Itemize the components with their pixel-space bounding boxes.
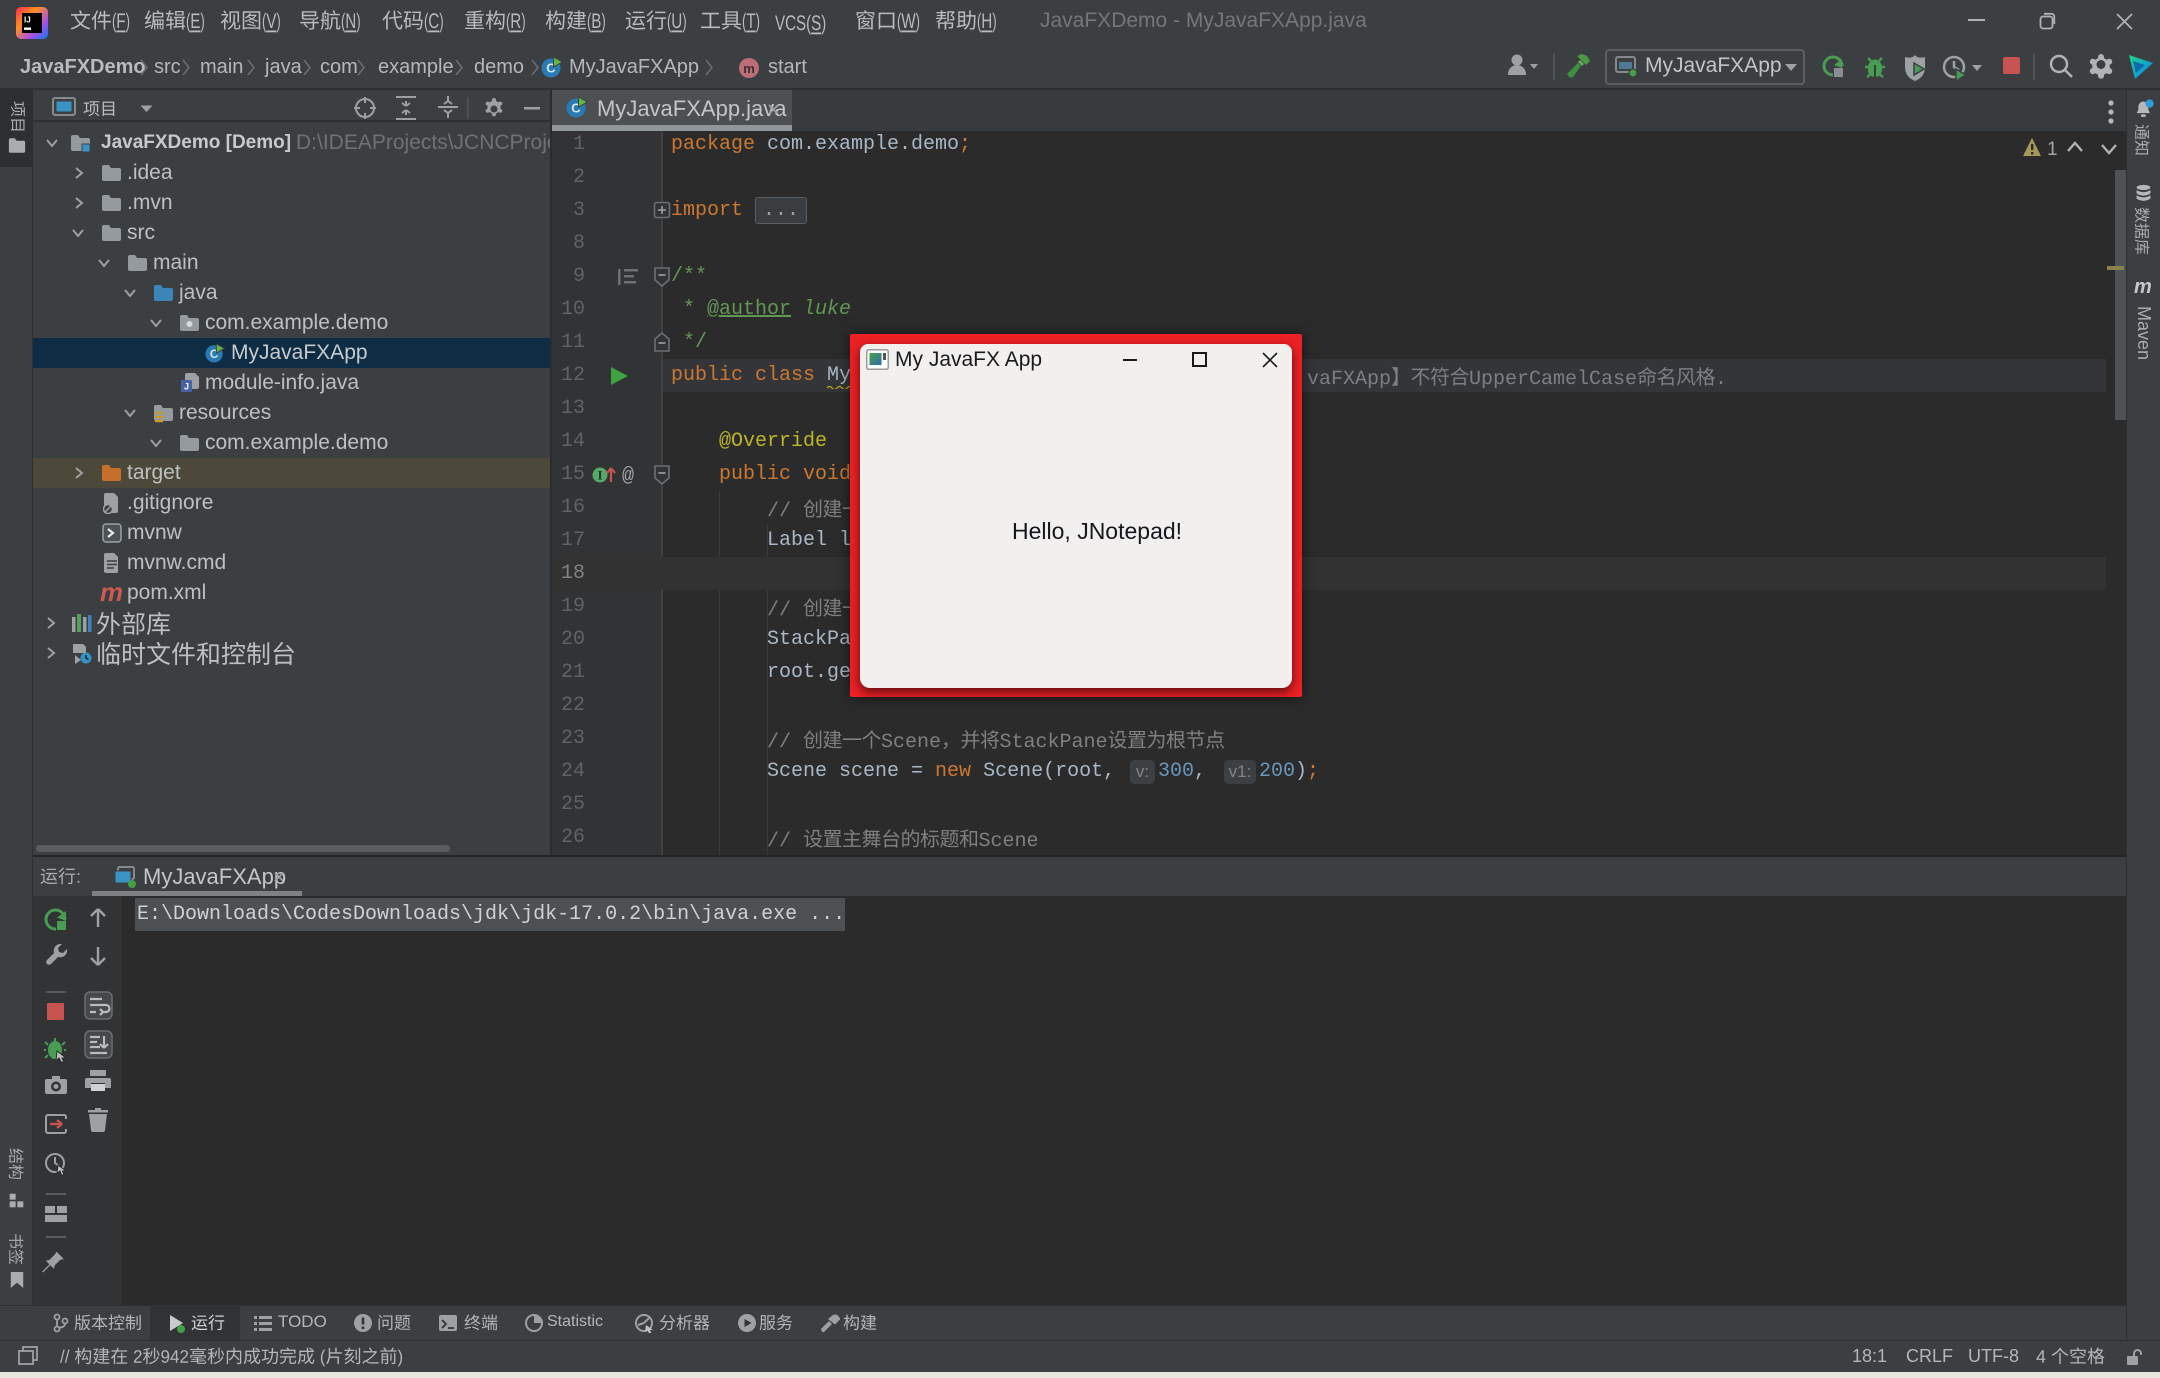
svg-text:J: J bbox=[184, 382, 189, 392]
svg-text:IJ: IJ bbox=[24, 16, 31, 25]
svg-text:m: m bbox=[743, 61, 755, 76]
svg-text:I: I bbox=[597, 468, 602, 483]
svg-text:@: @ bbox=[622, 465, 634, 486]
svg-text:1: 1 bbox=[2047, 139, 2058, 160]
